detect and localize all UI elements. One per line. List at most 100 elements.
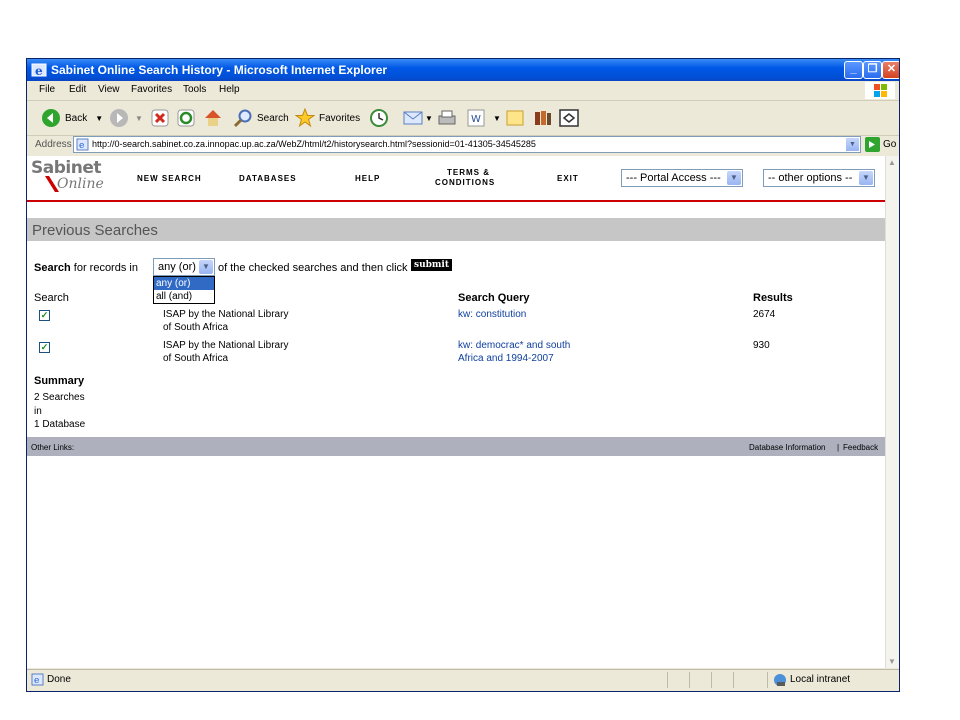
nav-terms-line2[interactable]: CONDITIONS [435, 178, 495, 187]
other-options-select[interactable]: -- other options -- ▼ [763, 169, 875, 187]
forward-button[interactable]: ▼ [109, 107, 143, 129]
section-header: Previous Searches [27, 218, 885, 241]
window-icon [559, 109, 579, 127]
sabinet-logo[interactable]: Sabinet Online [31, 158, 104, 192]
footer-other-links: Other Links: [31, 443, 75, 452]
address-input[interactable]: e http://0-search.sabinet.co.za.innopac.… [73, 136, 861, 153]
discuss-button[interactable] [505, 107, 525, 129]
summary-in: in [34, 406, 42, 417]
chevron-down-icon: ▼ [199, 260, 213, 274]
word-icon: W [467, 109, 485, 127]
submit-button[interactable]: submit [411, 259, 453, 271]
forward-arrow-icon [110, 109, 128, 127]
refresh-button[interactable] [177, 107, 195, 129]
star-icon [295, 108, 315, 128]
svg-text:e: e [79, 141, 84, 151]
chevron-down-icon[interactable]: ▼ [425, 114, 433, 123]
search-button[interactable]: Search [233, 107, 289, 129]
page-content: Sabinet Online NEW SEARCH DATABASES HELP… [27, 156, 885, 668]
svg-text:e: e [35, 64, 43, 78]
logo-online: Online [57, 176, 104, 192]
chevron-down-icon[interactable]: ▼ [493, 114, 501, 123]
menu-help[interactable]: Help [219, 84, 240, 95]
row-1-database-line2: of South Africa [163, 322, 229, 333]
go-arrow-icon [865, 137, 880, 152]
vertical-scrollbar[interactable]: ▲ ▼ [885, 156, 899, 668]
books-icon [535, 111, 551, 125]
status-zone: Local intranet [790, 674, 851, 685]
row-1-query-link[interactable]: kw: constitution [458, 309, 526, 320]
address-bar: Address e http://0-search.sabinet.co.za.… [27, 136, 899, 155]
header-search: Search [34, 292, 69, 304]
search-label: Search for records in [34, 262, 138, 274]
stop-button[interactable] [151, 107, 169, 129]
mail-button[interactable]: ▼ [403, 107, 433, 129]
minimize-button[interactable]: _ [844, 61, 863, 79]
printer-icon [438, 110, 456, 125]
page-done-icon: e [31, 673, 44, 686]
footer-feedback-link[interactable]: Feedback [843, 443, 878, 452]
summary-searches: 2 Searches [34, 392, 85, 403]
row-2-query-link-line2[interactable]: Africa and 1994-2007 [458, 353, 554, 364]
summary-title: Summary [34, 375, 85, 387]
browser-window: e Sabinet Online Search History - Micros… [26, 58, 900, 692]
nav-new-search[interactable]: NEW SEARCH [137, 174, 202, 183]
header-search-query: Search Query [458, 292, 530, 304]
intranet-zone-icon [774, 674, 786, 686]
maximize-button[interactable]: ❐ [863, 61, 882, 79]
research-button[interactable] [533, 107, 553, 129]
mail-icon [403, 111, 423, 125]
menu-file[interactable]: File [39, 84, 55, 95]
row-2-database-line2: of South Africa [163, 353, 229, 364]
toolbar: Back ▼ ▼ Search Favorites ▼ W ▼ [27, 101, 899, 136]
header-results: Results [753, 292, 793, 304]
nav-databases[interactable]: DATABASES [239, 174, 297, 183]
home-button[interactable] [203, 107, 223, 129]
status-text: Done [47, 674, 71, 685]
nav-terms-line1[interactable]: TERMS & [447, 168, 490, 177]
address-url: http://0-search.sabinet.co.za.innopac.up… [92, 139, 536, 149]
svg-text:e: e [34, 676, 39, 686]
nav-exit[interactable]: EXIT [557, 174, 579, 183]
windows-logo-icon [865, 82, 895, 99]
chevron-down-icon[interactable]: ▼ [135, 114, 143, 123]
favorites-button[interactable]: Favorites [295, 107, 360, 129]
chevron-down-icon[interactable]: ▼ [95, 114, 103, 123]
window-title: Sabinet Online Search History - Microsof… [51, 63, 388, 77]
print-button[interactable] [437, 107, 457, 129]
back-button[interactable]: Back ▼ [41, 107, 103, 129]
portal-access-select[interactable]: --- Portal Access --- ▼ [621, 169, 743, 187]
combine-instructions: of the checked searches and then click [218, 262, 408, 274]
other-options-value: -- other options -- [768, 172, 853, 184]
footer-separator: | [837, 443, 840, 452]
go-button[interactable]: Go [865, 137, 896, 152]
history-icon [370, 109, 388, 127]
row-2-checkbox[interactable]: ✓ [39, 342, 50, 353]
dropdown-option-all[interactable]: all (and) [154, 290, 214, 303]
chevron-down-icon[interactable]: ▼ [888, 657, 896, 666]
row-2-database-line1: ISAP by the National Library [163, 340, 289, 351]
row-1-checkbox[interactable]: ✓ [39, 310, 50, 321]
menu-edit[interactable]: Edit [69, 84, 86, 95]
dropdown-option-any[interactable]: any (or) [154, 277, 214, 290]
messenger-button[interactable] [559, 107, 579, 129]
chevron-up-icon[interactable]: ▲ [888, 158, 896, 167]
combine-select[interactable]: any (or) ▼ [153, 258, 215, 276]
search-label: Search [257, 112, 289, 124]
portal-access-value: --- Portal Access --- [626, 172, 721, 184]
row-2-query-link-line1[interactable]: kw: democrac* and south [458, 340, 570, 351]
nav-help[interactable]: HELP [355, 174, 380, 183]
history-button[interactable] [369, 107, 389, 129]
status-bar: e Done Local intranet [27, 669, 899, 691]
footer-database-info-link[interactable]: Database Information [749, 443, 826, 452]
menu-tools[interactable]: Tools [183, 84, 206, 95]
edit-button[interactable]: W ▼ [467, 107, 501, 129]
row-1-results: 2674 [753, 309, 776, 320]
address-label: Address [35, 139, 72, 150]
chevron-down-icon[interactable]: ▼ [846, 138, 859, 151]
title-bar: e Sabinet Online Search History - Micros… [27, 59, 899, 81]
menu-view[interactable]: View [98, 84, 120, 95]
close-button[interactable]: ✕ [882, 61, 899, 79]
menu-favorites[interactable]: Favorites [131, 84, 172, 95]
search-label-bold: Search [34, 262, 71, 274]
